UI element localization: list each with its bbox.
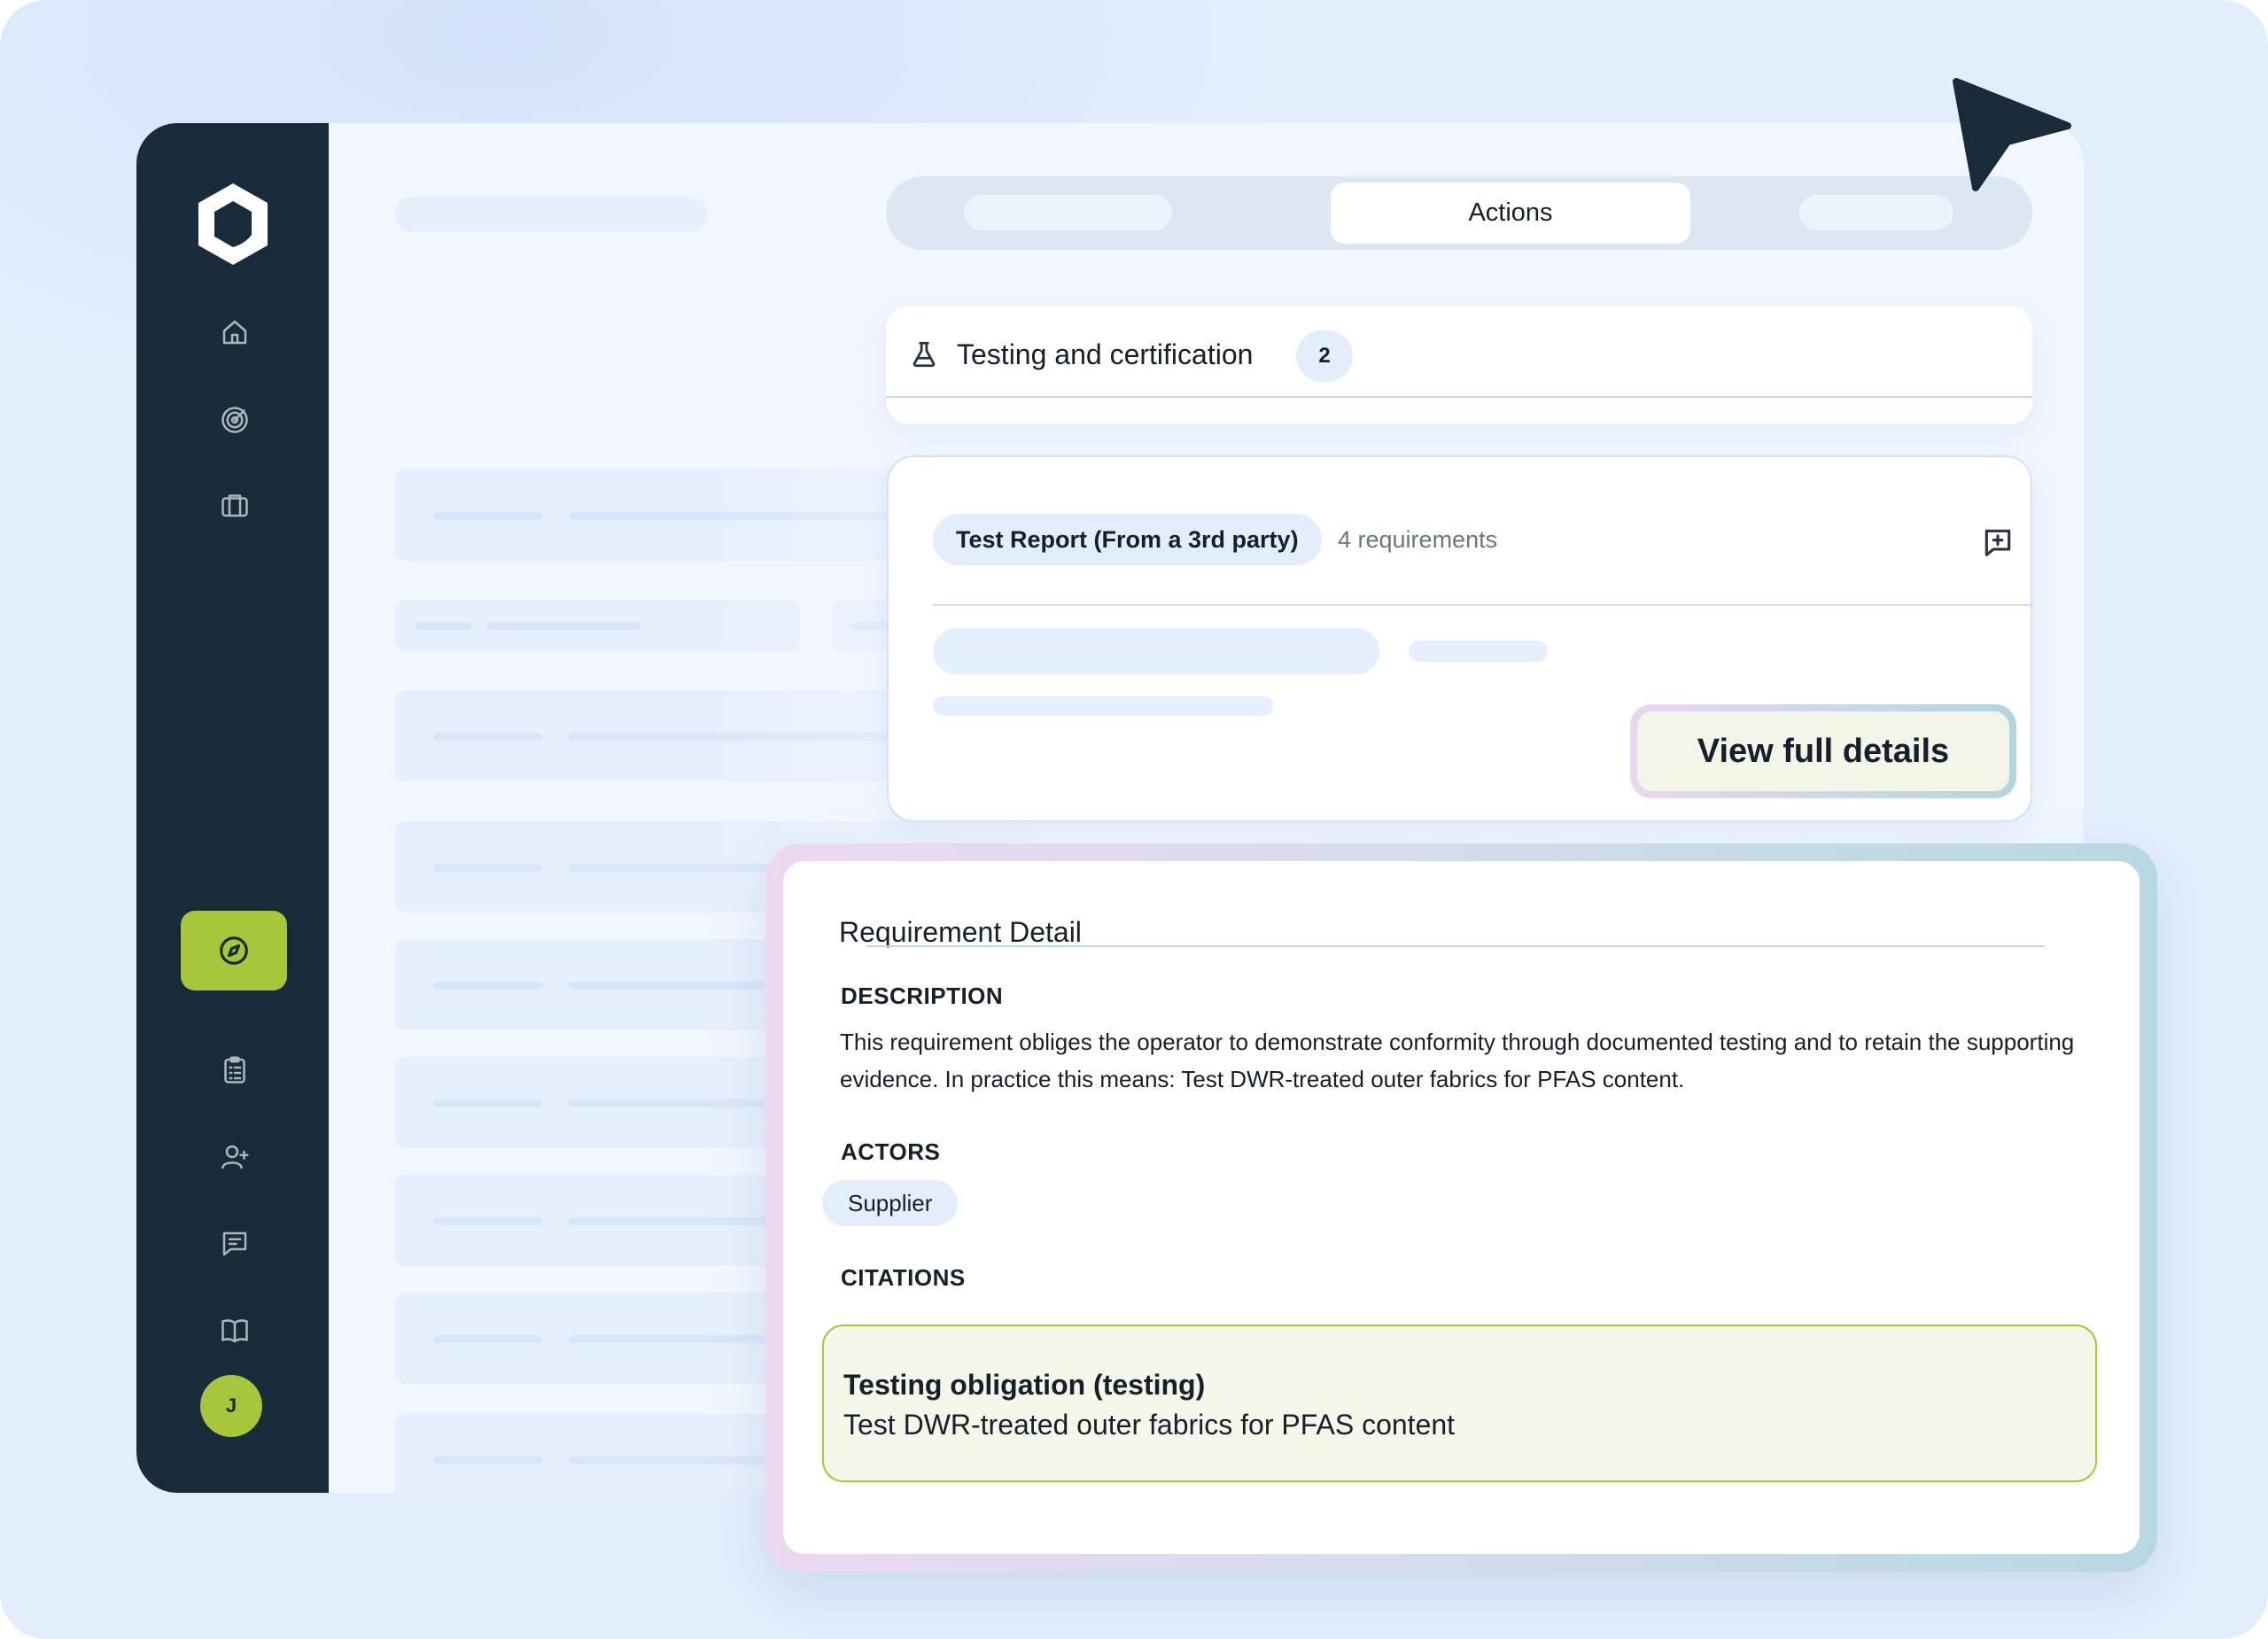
tab-actions[interactable]: Actions [1331, 183, 1690, 244]
divider [866, 945, 2045, 947]
nav-messages[interactable] [214, 1223, 255, 1264]
view-full-details-button[interactable]: View full details [1630, 704, 2016, 798]
radar-icon [221, 407, 248, 433]
clipboard-list-icon [224, 1056, 245, 1084]
pointer-arrow-icon [1949, 76, 2075, 193]
message-plus-icon[interactable] [1981, 525, 2015, 559]
actor-chip[interactable]: Supplier [822, 1180, 959, 1226]
book-open-icon [221, 1319, 248, 1343]
home-icon [222, 320, 247, 345]
requirement-detail-body: Requirement Detail DESCRIPTION This requ… [783, 861, 2140, 1554]
requirement-detail-panel: Requirement Detail DESCRIPTION This requ… [765, 843, 2157, 1572]
briefcase-icon [221, 494, 248, 517]
nav-radar[interactable] [214, 400, 255, 440]
sidebar: J [136, 123, 329, 1493]
text-placeholder [933, 628, 1379, 674]
citation-card[interactable]: Testing obligation (testing) Test DWR-tr… [822, 1324, 2097, 1482]
view-full-details-label: View full details [1637, 711, 2009, 791]
tab-placeholder[interactable] [964, 195, 1172, 230]
page-background: J Actions Testing and certification 2 Te… [0, 0, 2268, 1639]
description-label: DESCRIPTION [841, 983, 1004, 1009]
count-badge: 2 [1296, 330, 1353, 382]
panel-title: Requirement Detail [839, 916, 1082, 948]
requirements-count: 4 requirements [1338, 526, 1498, 553]
nav-invite-user[interactable] [214, 1137, 255, 1177]
tab-bar: Actions [886, 176, 2032, 250]
tab-placeholder[interactable] [1799, 195, 1953, 230]
compass-icon [220, 936, 248, 965]
actors-label: ACTORS [841, 1138, 941, 1165]
citation-title: Testing obligation (testing) [843, 1369, 1206, 1401]
hexagon-logo-icon[interactable] [191, 180, 275, 268]
nav-explore-active[interactable] [181, 911, 287, 990]
avatar[interactable]: J [200, 1375, 262, 1437]
report-type-pill[interactable]: Test Report (From a 3rd party) [933, 514, 1322, 565]
requirement-card: Test Report (From a 3rd party) 4 require… [887, 455, 2034, 822]
section-title: Testing and certification [957, 338, 1254, 370]
section-header: Testing and certification 2 [886, 307, 2032, 424]
nav-briefcase[interactable] [214, 485, 255, 525]
user-plus-icon [221, 1145, 249, 1169]
text-placeholder [933, 696, 1273, 716]
nav-library[interactable] [214, 1310, 255, 1351]
citation-text: Test DWR-treated outer fabrics for PFAS … [843, 1409, 1456, 1441]
flask-icon [909, 338, 939, 370]
divider [933, 604, 2034, 606]
description-text: This requirement obliges the operator to… [840, 1029, 2075, 1092]
title-placeholder [395, 197, 708, 232]
message-lines-icon [222, 1231, 247, 1256]
divider [886, 396, 2032, 398]
nav-home[interactable] [214, 312, 255, 353]
citations-label: CITATIONS [841, 1264, 966, 1291]
text-placeholder [1409, 641, 1548, 662]
nav-tasks[interactable] [214, 1050, 255, 1091]
